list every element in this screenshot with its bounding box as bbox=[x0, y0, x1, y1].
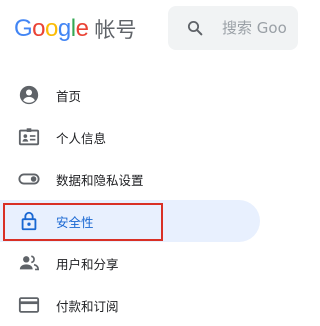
search-icon[interactable] bbox=[186, 19, 204, 37]
product-name: 帐号 bbox=[94, 18, 137, 42]
sidebar-item-label: 付款和订阅 bbox=[56, 298, 119, 314]
sidebar-item-data-privacy[interactable]: 数据和隐私设置 bbox=[0, 158, 260, 200]
sidebar-item-payments[interactable]: 付款和订阅 bbox=[0, 284, 260, 326]
header: Google 帐号 bbox=[0, 0, 298, 60]
toggle-icon bbox=[18, 168, 40, 190]
sidebar-item-home[interactable]: 首页 bbox=[0, 74, 260, 116]
lock-icon bbox=[18, 210, 40, 232]
sidebar-item-label: 数据和隐私设置 bbox=[56, 172, 144, 188]
google-account-logo[interactable]: Google 帐号 bbox=[14, 14, 136, 44]
account-circle-icon bbox=[18, 84, 40, 106]
logo-letter: G bbox=[14, 15, 33, 42]
sidebar-item-personal-info[interactable]: 个人信息 bbox=[0, 116, 260, 158]
credit-card-icon bbox=[18, 294, 40, 316]
search-input[interactable] bbox=[222, 19, 298, 37]
search-box[interactable] bbox=[168, 6, 298, 50]
sidebar-item-label: 首页 bbox=[56, 88, 82, 104]
sidebar-item-security[interactable]: 安全性 bbox=[0, 200, 260, 242]
logo-letter: o bbox=[45, 15, 58, 42]
logo-letter: e bbox=[75, 15, 89, 42]
sidebar-item-people-sharing[interactable]: 用户和分享 bbox=[0, 242, 260, 284]
people-icon bbox=[18, 252, 40, 274]
logo-letter: o bbox=[32, 15, 46, 42]
id-card-icon bbox=[18, 126, 40, 148]
sidebar-item-label: 个人信息 bbox=[56, 130, 107, 146]
sidebar-nav: 首页 个人信息 数据和隐私设置 安全性 用户和分享 付款和订阅 bbox=[0, 74, 286, 326]
sidebar-item-label: 用户和分享 bbox=[56, 256, 119, 272]
sidebar-item-label: 安全性 bbox=[56, 214, 94, 230]
logo-letter: g bbox=[57, 15, 71, 42]
